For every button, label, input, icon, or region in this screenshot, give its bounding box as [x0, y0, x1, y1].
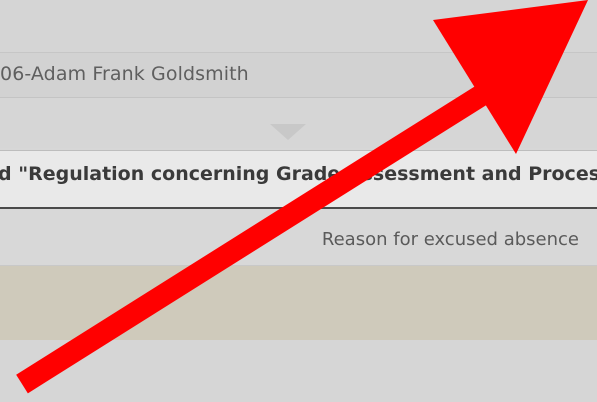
student-name-row[interactable]: 06-Adam Frank Goldsmith	[0, 53, 597, 98]
regulation-row[interactable]: d "Regulation concerning Grade Assessmen…	[0, 150, 597, 209]
student-name: 06-Adam Frank Goldsmith	[0, 63, 249, 85]
spacer-row	[0, 98, 597, 148]
top-blank-row	[0, 0, 597, 52]
bottom-blank-row	[0, 340, 597, 402]
dropdown-indicator-icon	[270, 124, 306, 140]
screenshot-stage: 06-Adam Frank Goldsmith d "Regulation co…	[0, 0, 597, 402]
reason-row[interactable]: Reason for excused absence	[0, 209, 597, 266]
regulation-title: d "Regulation concerning Grade Assessmen…	[0, 163, 597, 185]
reason-for-absence-label: Reason for excused absence	[321, 229, 579, 250]
reason-input-area[interactable]	[0, 266, 597, 340]
